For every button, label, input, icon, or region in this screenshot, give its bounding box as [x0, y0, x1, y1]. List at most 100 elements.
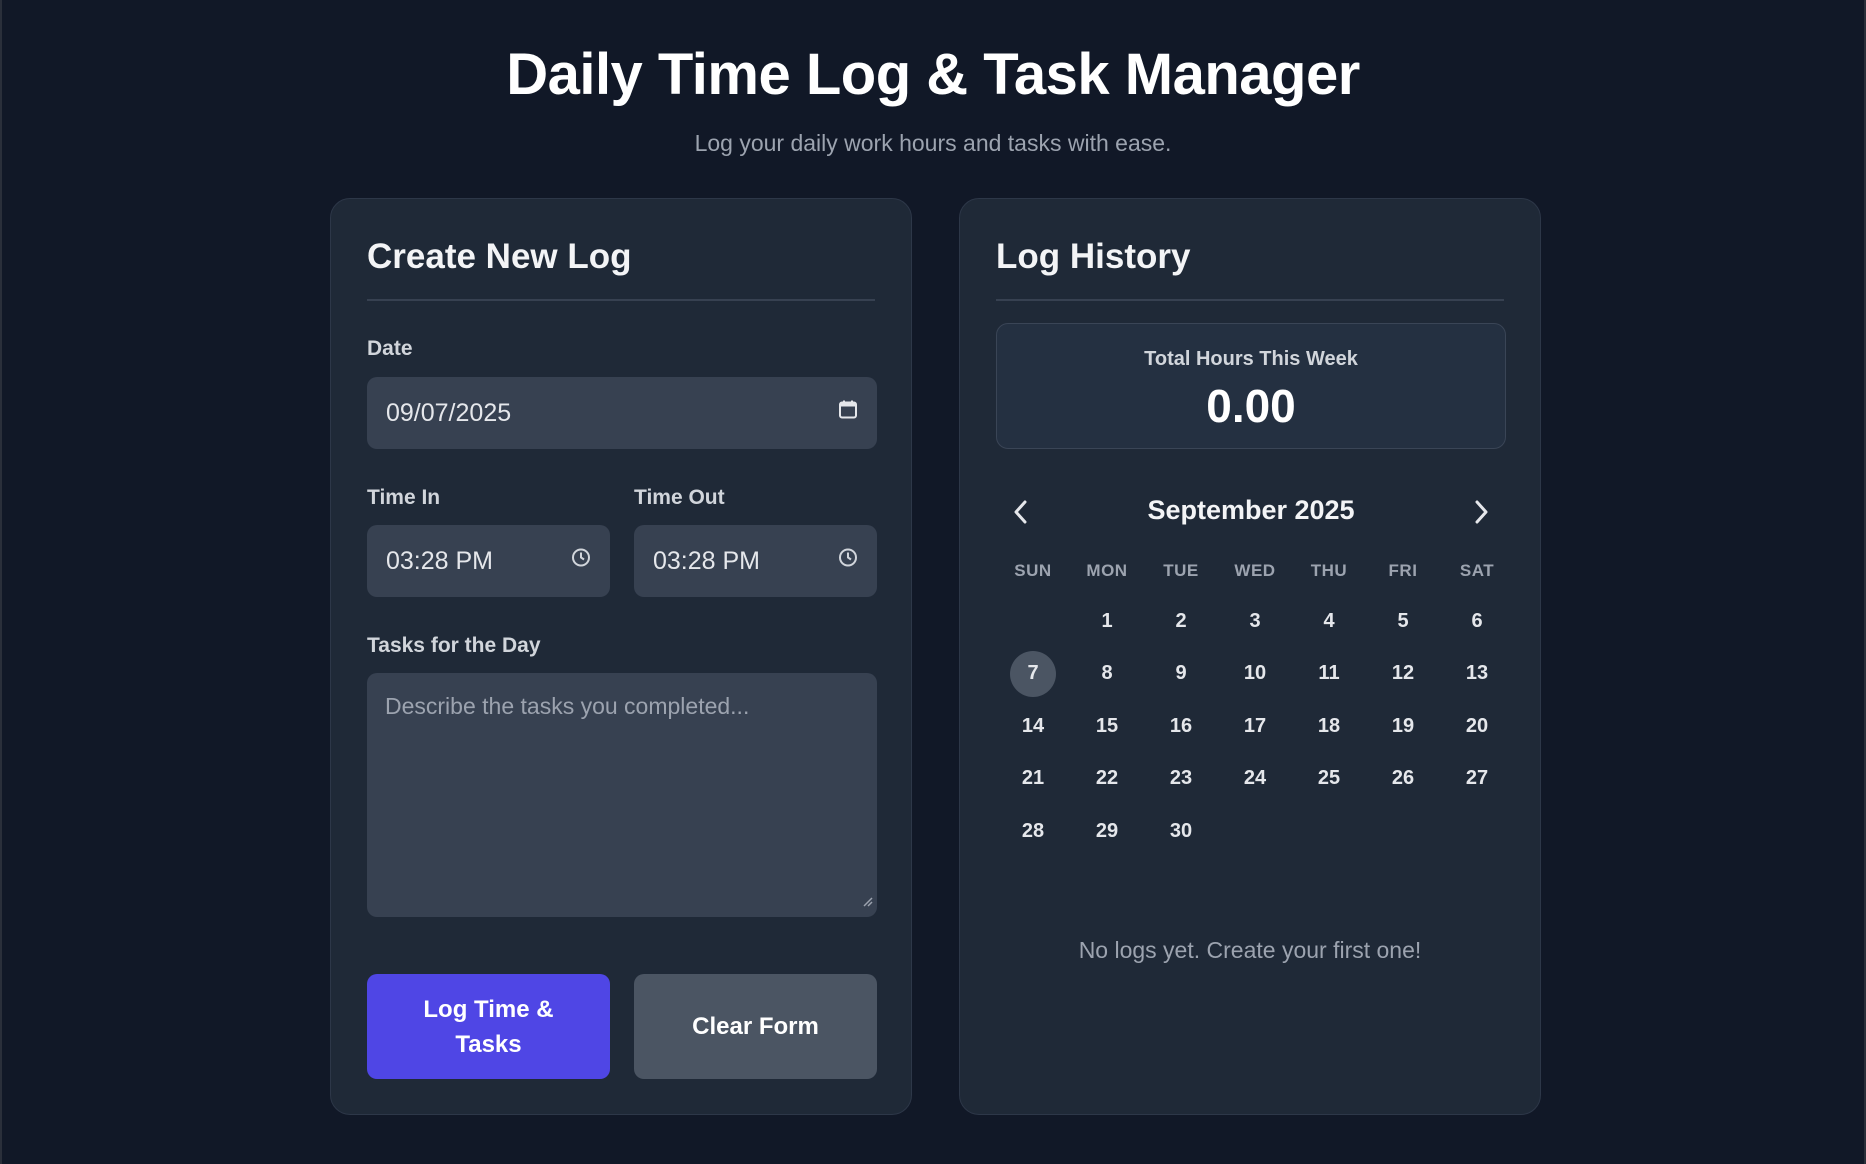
weekday-header: WED — [1234, 561, 1276, 580]
calendar-day[interactable]: 13 — [1440, 648, 1514, 701]
time-in-label: Time In — [367, 486, 441, 509]
calendar-day-number: 20 — [1465, 714, 1489, 737]
calendar-day-number: 24 — [1243, 767, 1267, 790]
calendar-day[interactable]: 24 — [1218, 753, 1292, 806]
weekday-header: FRI — [1388, 561, 1418, 580]
weekly-total-label: Total Hours This Week — [1144, 348, 1358, 370]
calendar-day[interactable]: 19 — [1366, 700, 1440, 753]
time-in-input[interactable]: 03:28 PM — [367, 525, 610, 597]
clear-form-button[interactable]: Clear Form — [634, 974, 877, 1079]
weekday-header: THU — [1310, 561, 1348, 580]
calendar-day[interactable]: 5 — [1366, 595, 1440, 648]
calendar-day-number: 22 — [1095, 767, 1119, 790]
page-subtitle: Log your daily work hours and tasks with… — [694, 130, 1172, 156]
calendar-day-number: 9 — [1175, 662, 1187, 685]
calendar-day[interactable]: 22 — [1070, 753, 1144, 806]
calendar-day[interactable]: 2 — [1144, 595, 1218, 648]
calendar-day-number: 11 — [1318, 662, 1340, 685]
calendar-day[interactable]: 6 — [1440, 595, 1514, 648]
calendar-day[interactable]: 3 — [1218, 595, 1292, 648]
tasks-placeholder: Describe the tasks you completed... — [385, 693, 750, 719]
calendar-day-number: 21 — [1021, 767, 1045, 790]
calendar-day[interactable]: 16 — [1144, 700, 1218, 753]
page-title: Daily Time Log & Task Manager — [506, 42, 1360, 107]
weekly-total-box: Total Hours This Week 0.00 — [996, 323, 1506, 449]
calendar-day[interactable]: 12 — [1366, 648, 1440, 701]
calendar-day-number: 30 — [1169, 819, 1193, 842]
calendar-day-number: 15 — [1095, 714, 1119, 737]
tasks-textarea[interactable]: Describe the tasks you completed... — [367, 673, 877, 917]
calendar-day-number: 17 — [1243, 714, 1267, 737]
calendar-day-number: 26 — [1391, 767, 1415, 790]
calendar-day-number: 23 — [1169, 767, 1193, 790]
clock-icon[interactable] — [570, 547, 592, 576]
weekly-total-value: 0.00 — [1206, 380, 1296, 432]
date-input[interactable]: 09/07/2025 — [367, 377, 877, 449]
calendar-day-number: 28 — [1021, 819, 1045, 842]
calendar-day[interactable]: 1 — [1070, 595, 1144, 648]
calendar-day-number: 27 — [1465, 767, 1489, 790]
time-out-value: 03:28 PM — [653, 546, 761, 575]
calendar-month: September 2025 — [1147, 495, 1355, 525]
calendar-day-number: 3 — [1249, 609, 1261, 632]
divider — [996, 299, 1504, 301]
calendar-day[interactable]: 30 — [1144, 805, 1218, 858]
calendar-day[interactable]: 28 — [996, 805, 1070, 858]
calendar-day[interactable]: 25 — [1292, 753, 1366, 806]
date-label: Date — [367, 337, 413, 360]
divider — [367, 299, 875, 301]
clear-form-button-label: Clear Form — [692, 1013, 819, 1040]
log-time-button-label: Log Time & Tasks — [423, 995, 554, 1058]
time-out-label: Time Out — [634, 486, 725, 509]
calendar-day-number: 1 — [1101, 609, 1113, 632]
calendar-day[interactable]: 10 — [1218, 648, 1292, 701]
clock-icon[interactable] — [837, 547, 859, 576]
calendar-day[interactable]: 18 — [1292, 700, 1366, 753]
calendar-icon[interactable] — [837, 399, 859, 428]
log-history-title: Log History — [996, 237, 1191, 276]
calendar-day-number: 29 — [1095, 819, 1119, 842]
time-out-input[interactable]: 03:28 PM — [634, 525, 877, 597]
calendar-day[interactable]: 4 — [1292, 595, 1366, 648]
calendar-day[interactable]: 8 — [1070, 648, 1144, 701]
date-value: 09/07/2025 — [386, 398, 512, 427]
resize-handle-icon[interactable] — [861, 886, 873, 913]
calendar-day-number: 5 — [1397, 609, 1409, 632]
calendar-day-number: 19 — [1391, 714, 1415, 737]
weekday-header: MON — [1086, 561, 1128, 580]
calendar-day-number: 14 — [1021, 714, 1045, 737]
weekday-header: SAT — [1459, 561, 1495, 580]
calendar-day-number: 25 — [1317, 767, 1341, 790]
page: Daily Time Log & Task Manager Log your d… — [0, 0, 1866, 1164]
calendar-day-number: 18 — [1317, 714, 1341, 737]
calendar-day-number: 7 — [1010, 650, 1056, 697]
calendar-header: September 2025 — [996, 489, 1506, 533]
calendar-day[interactable]: 15 — [1070, 700, 1144, 753]
header: Daily Time Log & Task Manager Log your d… — [2, 42, 1864, 157]
calendar-day-number: 4 — [1323, 609, 1335, 632]
calendar-day-today[interactable]: 7 — [996, 648, 1070, 701]
time-in-value: 03:28 PM — [386, 546, 494, 575]
calendar-day-number: 2 — [1175, 609, 1187, 632]
empty-logs-message: No logs yet. Create your first one! — [1078, 937, 1422, 963]
calendar-empty-cell — [996, 595, 1070, 648]
calendar-day[interactable]: 21 — [996, 753, 1070, 806]
calendar-day-number: 6 — [1471, 609, 1483, 632]
calendar-day[interactable]: 11 — [1292, 648, 1366, 701]
chevron-right-icon[interactable] — [1464, 495, 1498, 529]
calendar-day-number: 13 — [1465, 662, 1489, 685]
calendar-day[interactable]: 26 — [1366, 753, 1440, 806]
create-log-title: Create New Log — [367, 237, 632, 276]
log-time-button[interactable]: Log Time & Tasks — [367, 974, 610, 1079]
calendar-day[interactable]: 23 — [1144, 753, 1218, 806]
calendar-day[interactable]: 9 — [1144, 648, 1218, 701]
calendar-day[interactable]: 17 — [1218, 700, 1292, 753]
calendar-day[interactable]: 14 — [996, 700, 1070, 753]
calendar-day[interactable]: 20 — [1440, 700, 1514, 753]
create-log-card: Create New Log Date 09/07/2025 Time In 0… — [330, 198, 912, 1115]
calendar-day[interactable]: 27 — [1440, 753, 1514, 806]
weekday-header: SUN — [1014, 561, 1052, 580]
calendar-grid: SUN MON TUE WED THU FRI SAT 1 2 3 4 5 6 7 8 9 10 11 12 13 14… — [996, 561, 1514, 858]
calendar-day[interactable]: 29 — [1070, 805, 1144, 858]
weekday-header: TUE — [1163, 561, 1199, 580]
